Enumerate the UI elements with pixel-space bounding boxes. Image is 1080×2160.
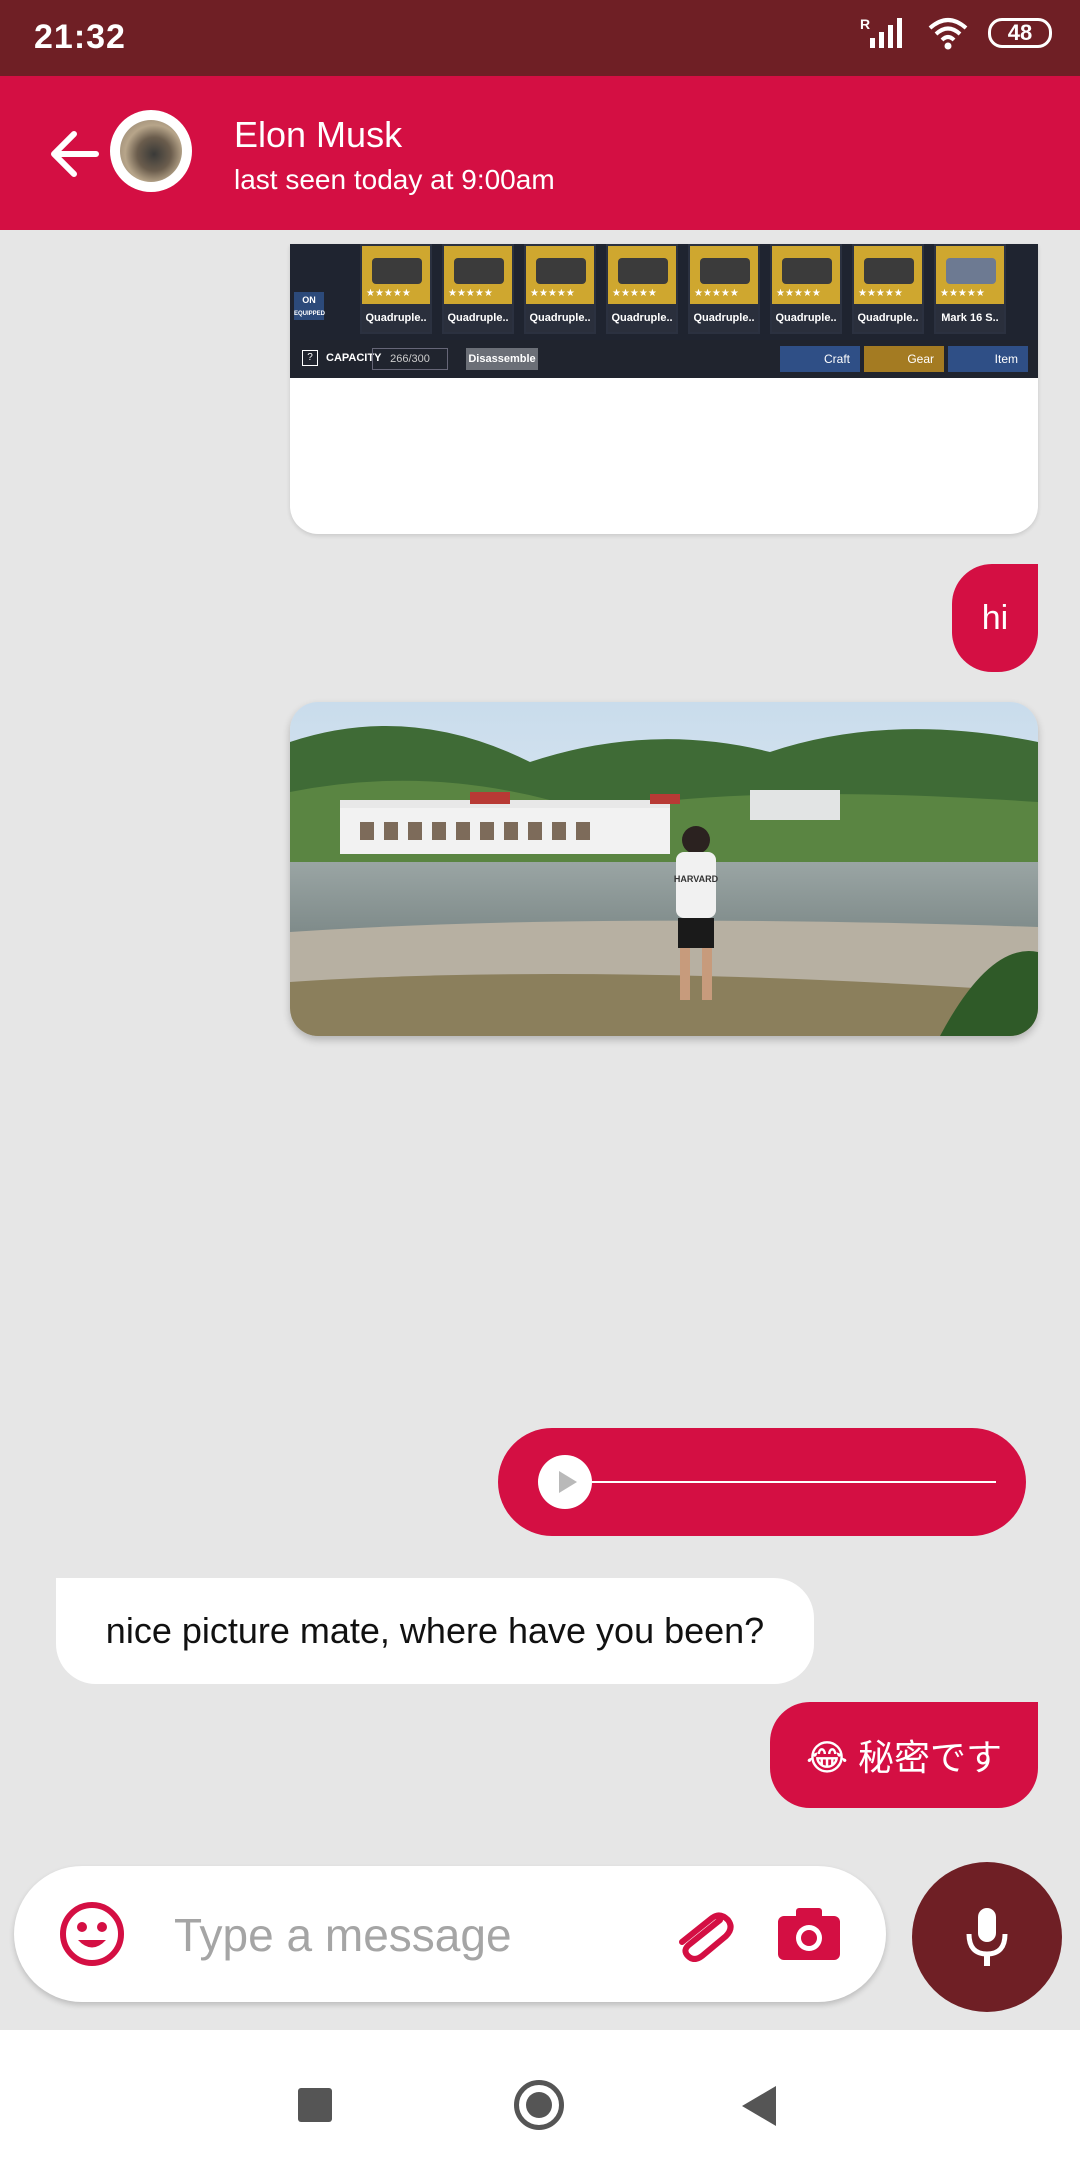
outgoing-message-bubble[interactable]: 😂 秘密です (770, 1702, 1038, 1808)
back-arrow-icon[interactable] (46, 126, 106, 182)
gear-slot: ★★★★★ Quadruple.. (852, 244, 924, 334)
microphone-icon (966, 1908, 1008, 1966)
message-text: hi (981, 598, 1009, 637)
message-composer (14, 1866, 886, 2002)
wifi-icon (928, 18, 968, 50)
microphone-button[interactable] (912, 1862, 1062, 2012)
gear-slot: ★★★★★ Mark 16 S.. (934, 244, 1006, 334)
message-text: 😂 秘密です (805, 1737, 1003, 1778)
contact-avatar[interactable] (110, 110, 192, 192)
system-nav-bar (0, 2030, 1080, 2160)
emoji-icon[interactable] (58, 1900, 126, 1968)
image-message-photo[interactable]: HARVARD (290, 702, 1038, 1036)
camera-icon[interactable] (776, 1904, 842, 1962)
gear-slot: ★★★★★ Quadruple.. (360, 244, 432, 334)
status-icons: R 48 (860, 16, 1052, 50)
equipped-badge: ON EQUIPPED (294, 292, 325, 320)
gear-slot: ★★★★★ Quadruple.. (770, 244, 842, 334)
battery-icon: 48 (988, 18, 1052, 48)
photo-image: HARVARD (290, 702, 1038, 1036)
gear-slot: ★★★★★ Quadruple.. (524, 244, 596, 334)
incoming-message-bubble[interactable]: nice picture mate, where have you been? (56, 1578, 814, 1684)
gear-slot: ★★★★★ Quadruple.. (442, 244, 514, 334)
contact-name[interactable]: Elon Musk (234, 114, 402, 156)
voice-message (498, 1428, 1026, 1536)
game-screenshot: ON EQUIPPED ★★★★★ Quadruple.. ★★★★★ Quadrup… (290, 244, 1038, 378)
signal-icon: R (860, 16, 902, 48)
attach-icon[interactable] (670, 1906, 734, 1962)
svg-text:HARVARD: HARVARD (674, 874, 719, 884)
avatar-image (120, 120, 182, 182)
status-time: 21:32 (34, 18, 126, 56)
image-message-game[interactable]: ON EQUIPPED ★★★★★ Quadruple.. ★★★★★ Quadrup… (290, 244, 1038, 534)
chat-header: Elon Musk last seen today at 9:00am (0, 76, 1080, 230)
home-button[interactable] (514, 2080, 564, 2130)
message-text: nice picture mate, where have you been? (105, 1610, 765, 1651)
back-button[interactable] (742, 2086, 776, 2126)
recents-button[interactable] (298, 2088, 332, 2122)
last-seen-status: last seen today at 9:00am (234, 164, 555, 195)
game-toolbar: ? CAPACITY 266/300 Disassemble Craft Gea… (290, 340, 1038, 378)
svg-text:R: R (860, 16, 870, 32)
gear-slot: ★★★★★ Quadruple.. (688, 244, 760, 334)
outgoing-message-bubble[interactable]: hi (952, 564, 1038, 672)
play-button[interactable] (538, 1455, 592, 1509)
voice-progress-track[interactable] (592, 1481, 996, 1483)
gear-slot: ★★★★★ Quadruple.. (606, 244, 678, 334)
message-input[interactable] (172, 1896, 646, 1974)
status-bar: 21:32 R 48 (0, 0, 1080, 76)
